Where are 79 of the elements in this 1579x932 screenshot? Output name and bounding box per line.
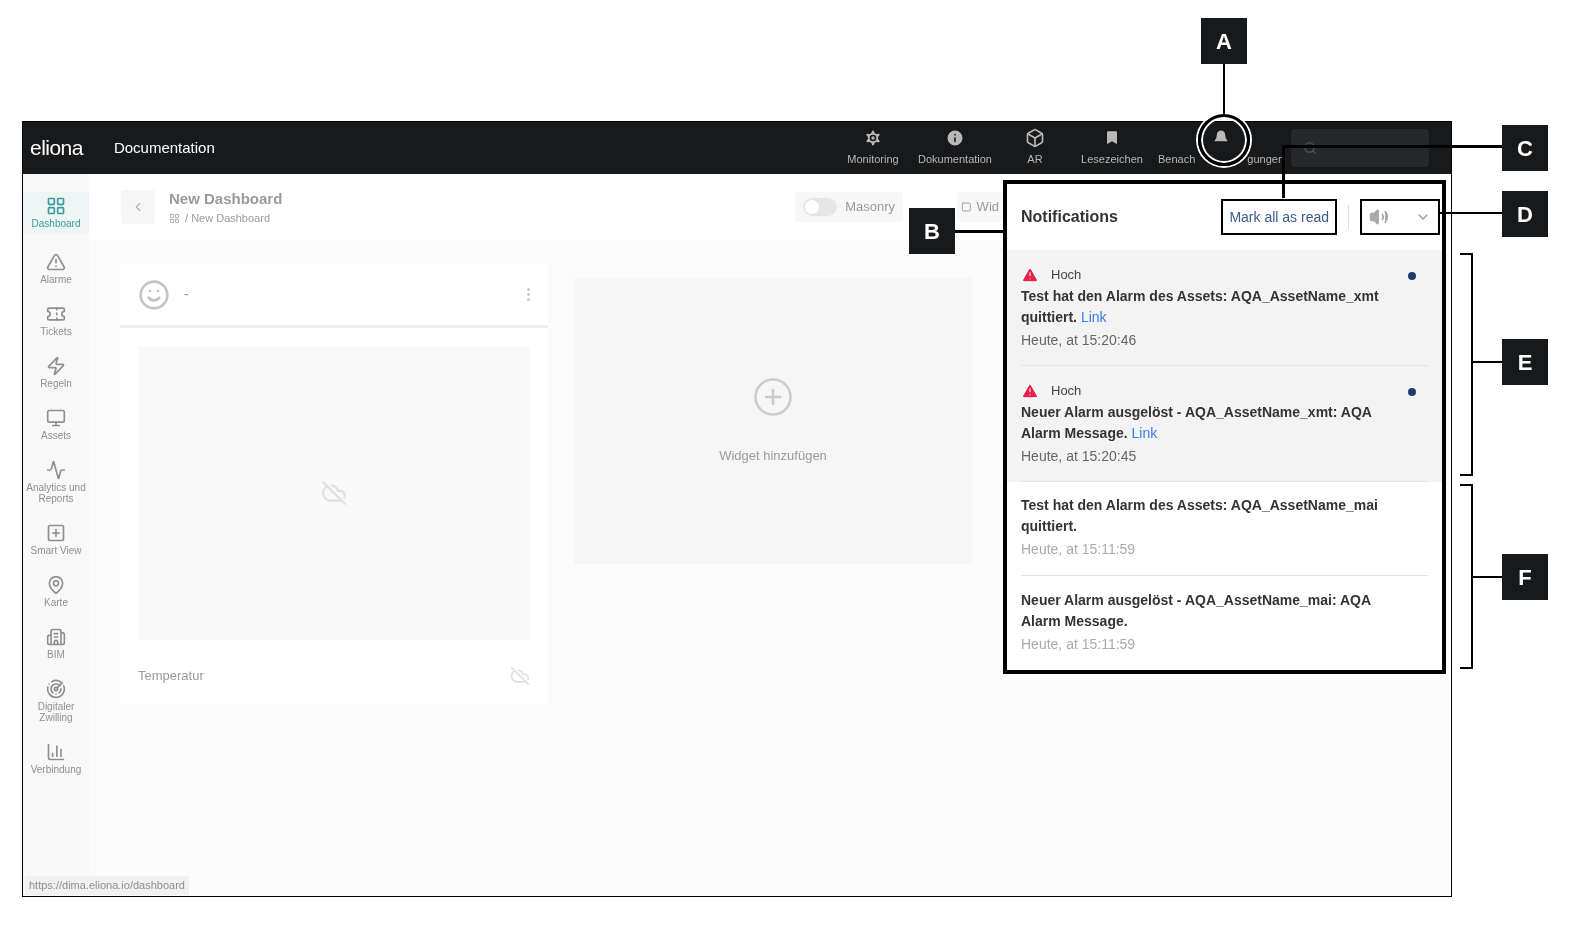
cloud-off-icon xyxy=(510,666,530,686)
nav-item[interactable]: Lesezeichen xyxy=(1073,128,1151,168)
notification-text: Test hat den Alarm des Assets: AQA_AssetName_mai quittiert. xyxy=(1021,496,1379,536)
sidebar-item[interactable]: Smart View xyxy=(23,523,89,556)
sidebar-item[interactable]: Tickets xyxy=(23,304,89,337)
notification-time: Heute, at 15:20:45 xyxy=(1021,447,1138,467)
callout-label: E xyxy=(1502,339,1548,385)
callout-label: D xyxy=(1502,191,1548,237)
notification-time: Heute, at 15:20:46 xyxy=(1021,331,1138,351)
grid-icon xyxy=(169,212,180,224)
callout-label: C xyxy=(1502,125,1548,171)
map-icon xyxy=(46,575,66,595)
alert-icon xyxy=(46,252,66,272)
logo: eliona xyxy=(30,135,83,162)
back-button[interactable] xyxy=(121,190,155,224)
masonry-toggle[interactable]: Masonry xyxy=(795,192,903,222)
nav-item[interactable]: AR xyxy=(997,128,1073,168)
notification-time: Heute, at 15:11:59 xyxy=(1021,634,1137,654)
toggle-switch[interactable] xyxy=(803,198,838,216)
panel-title: Notifications xyxy=(1021,207,1118,227)
bell-icon xyxy=(1211,128,1231,149)
severity-label: Hoch xyxy=(1051,381,1082,400)
sidebar-item[interactable]: Analytics und Reports xyxy=(23,460,89,504)
view-icon xyxy=(46,523,66,543)
mark-all-read-button[interactable]: Mark all as read xyxy=(1221,199,1337,235)
leader-line xyxy=(1223,64,1225,114)
sidebar-item[interactable]: Alarme xyxy=(23,252,89,285)
info-icon xyxy=(945,128,965,149)
notification-item[interactable]: Hoch Test hat den Alarm des Assets: AQA_AssetName_xmt quittiert. Link Heute, at 15:20:46 xyxy=(1007,250,1442,366)
widget-button[interactable]: Wid xyxy=(957,192,1003,222)
nav-item[interactable]: Monitoring xyxy=(833,128,913,168)
app-title: Documentation xyxy=(113,137,215,158)
asset-icon xyxy=(46,408,66,428)
add-widget-card[interactable]: Widget hinzufügen xyxy=(574,278,972,564)
building-icon xyxy=(46,627,66,647)
search-icon xyxy=(1303,141,1317,155)
grid-icon xyxy=(46,196,66,216)
leader-line xyxy=(1473,361,1502,363)
gear-icon xyxy=(863,128,883,149)
twin-icon xyxy=(46,679,66,699)
sidebar-item[interactable]: Verbindung xyxy=(23,742,89,775)
more-icon xyxy=(527,288,530,301)
notification-item[interactable]: Hoch Neuer Alarm ausgelöst - AQA_AssetName_xmt: AQA Alarm Message. Link Heute, at 15:20:45 xyxy=(1007,366,1442,482)
widget-footer: Temperatur xyxy=(138,666,204,686)
sidebar-item[interactable]: Digitaler Zwilling xyxy=(23,679,89,723)
alert-icon xyxy=(1021,381,1039,400)
nav-item[interactable]: Dokumentation xyxy=(913,128,997,168)
sidebar-item[interactable]: Regeln xyxy=(23,356,89,389)
notification-text: Test hat den Alarm des Assets: AQA_AssetName_xmt quittiert. Link xyxy=(1021,287,1380,328)
page-title: New Dashboard xyxy=(169,188,283,209)
callout-label: A xyxy=(1201,18,1247,64)
rule-icon xyxy=(46,356,66,376)
widget-title: - xyxy=(184,285,189,304)
sidebar-item[interactable]: BIM xyxy=(23,627,89,660)
breadcrumb: / New Dashboard xyxy=(185,211,270,226)
cube-icon xyxy=(1025,128,1045,149)
sidebar-item[interactable]: Assets xyxy=(23,408,89,441)
notification-link[interactable]: Link xyxy=(1080,309,1107,326)
chart-icon xyxy=(46,460,66,480)
notification-time: Heute, at 15:11:59 xyxy=(1021,540,1137,559)
signal-icon xyxy=(46,742,66,762)
sidebar-item[interactable]: Karte xyxy=(23,575,89,608)
notification-text: Neuer Alarm ausgelöst - AQA_AssetName_xmt: AQA Alarm Message. Link xyxy=(1021,403,1373,444)
leader-line xyxy=(1473,576,1502,578)
callout-label: F xyxy=(1502,554,1548,600)
smiley-icon xyxy=(138,278,170,311)
severity-label: Hoch xyxy=(1051,265,1082,284)
cloud-off-icon xyxy=(321,480,347,506)
callout-label: B xyxy=(909,208,955,254)
sidebar-item[interactable]: Dashboard xyxy=(23,192,89,233)
sound-dropdown[interactable] xyxy=(1360,199,1440,235)
plus-icon xyxy=(752,376,794,419)
square-icon xyxy=(961,201,972,213)
alert-icon xyxy=(1021,265,1039,284)
notification-link[interactable]: Link xyxy=(1131,425,1158,442)
status-url: https://dima.eliona.io/dashboard xyxy=(25,876,189,895)
ticket-icon xyxy=(46,304,66,324)
notification-text: Neuer Alarm ausgelöst - AQA_AssetName_mai: AQA Alarm Message. xyxy=(1021,590,1372,631)
speaker-icon xyxy=(1369,207,1389,227)
